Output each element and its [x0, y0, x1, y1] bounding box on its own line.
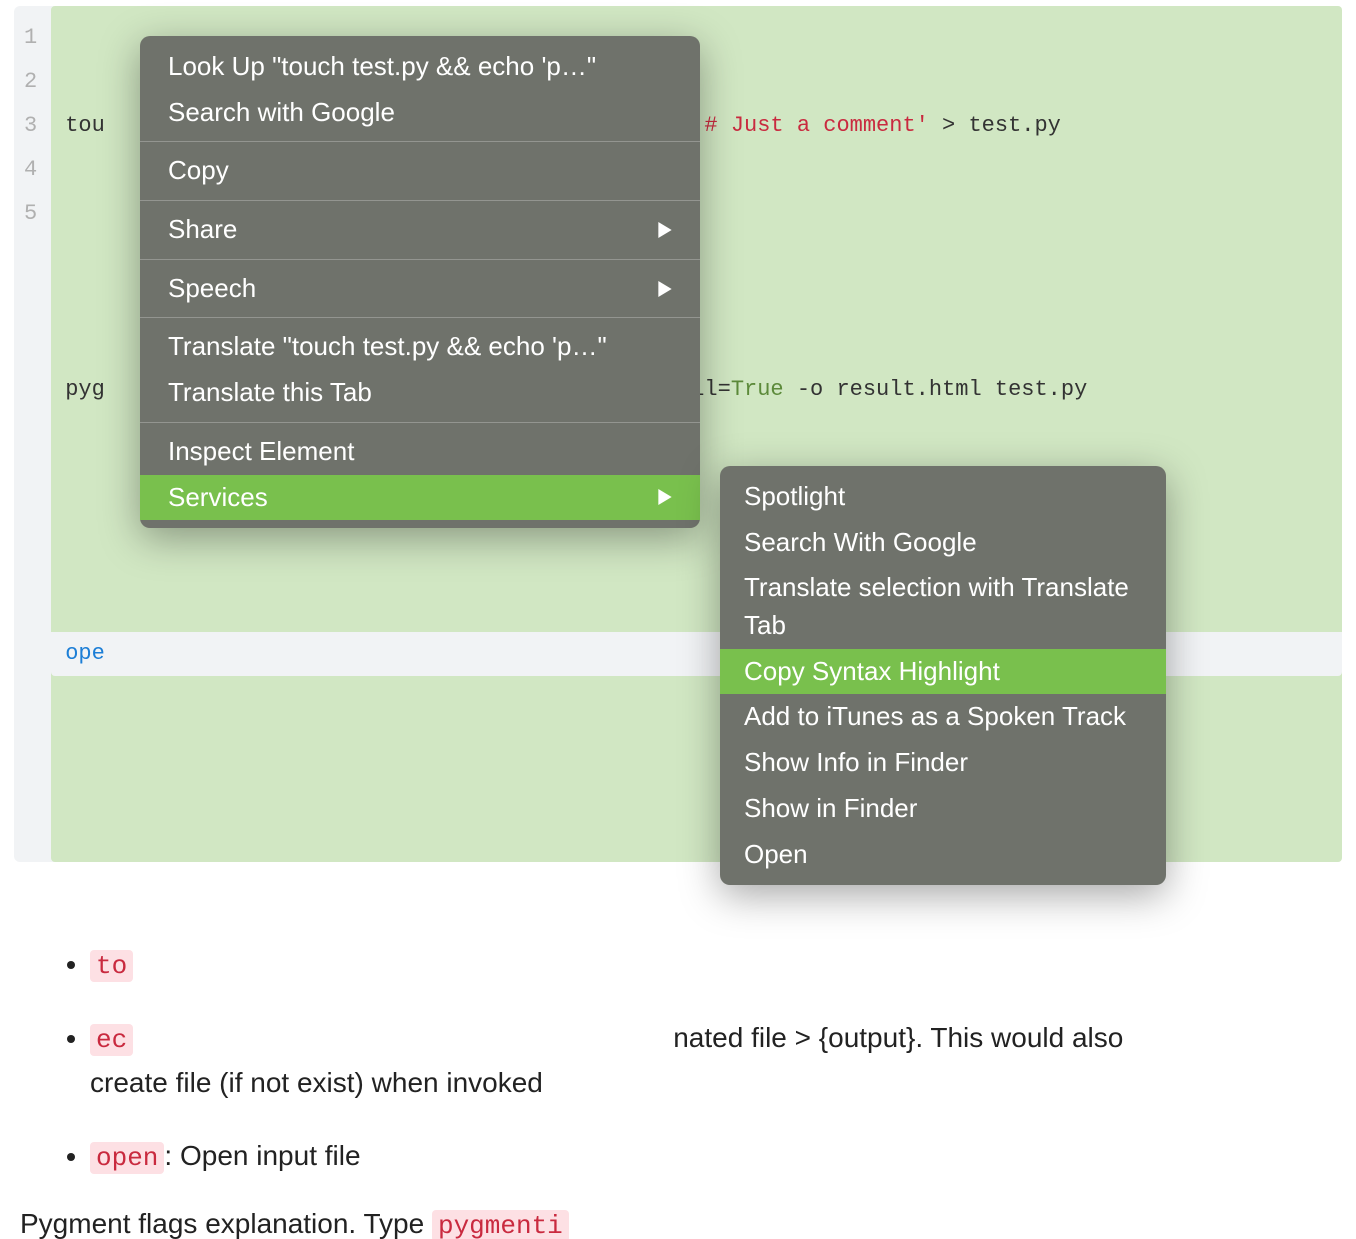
- inline-code-pygmentize: pygmenti: [432, 1210, 569, 1239]
- menu-label: Inspect Element: [168, 433, 354, 471]
- submenu-item-open[interactable]: Open: [720, 832, 1166, 878]
- menu-item-translate[interactable]: Translate "touch test.py && echo 'p…": [140, 324, 700, 370]
- submenu-item-copy-syntax-highlight[interactable]: Copy Syntax Highlight: [720, 649, 1166, 695]
- list-text: create file (if not exist) when invoked: [90, 1067, 543, 1098]
- menu-item-speech[interactable]: Speech: [140, 266, 700, 312]
- menu-item-services[interactable]: Services: [140, 475, 700, 521]
- submenu-label: Spotlight: [744, 481, 845, 511]
- menu-item-translate-tab[interactable]: Translate this Tab: [140, 370, 700, 416]
- menu-label: Translate this Tab: [168, 374, 372, 412]
- menu-item-lookup[interactable]: Look Up "touch test.py && echo 'p…": [140, 44, 700, 90]
- menu-separator: [140, 259, 700, 260]
- menu-separator: [140, 317, 700, 318]
- submenu-label: Search With Google: [744, 527, 977, 557]
- menu-item-copy[interactable]: Copy: [140, 148, 700, 194]
- menu-label: Look Up "touch test.py && echo 'p…": [168, 48, 596, 86]
- chevron-right-icon: [658, 281, 672, 297]
- menu-item-share[interactable]: Share: [140, 207, 700, 253]
- submenu-label: Add to iTunes as a Spoken Track: [744, 701, 1126, 731]
- copy-code-icon[interactable]: [1300, 16, 1330, 50]
- menu-item-inspect[interactable]: Inspect Element: [140, 429, 700, 475]
- menu-label: Search with Google: [168, 94, 395, 132]
- code-text: pyg: [65, 377, 105, 402]
- submenu-item-add-itunes[interactable]: Add to iTunes as a Spoken Track: [720, 694, 1166, 740]
- code-keyword: True: [731, 377, 784, 402]
- menu-item-search-google[interactable]: Search with Google: [140, 90, 700, 136]
- submenu-item-translate-selection[interactable]: Translate selection with Translate Tab: [720, 565, 1166, 648]
- code-text: > test.py: [929, 113, 1061, 138]
- menu-label: Speech: [168, 270, 256, 308]
- menu-separator: [140, 141, 700, 142]
- inline-code-open: open: [90, 1142, 164, 1174]
- list-item: open: Open input file: [90, 1134, 1316, 1178]
- submenu-label: Copy Syntax Highlight: [744, 656, 1000, 686]
- explanation-list: to ec nated file > {output}. This would a…: [60, 942, 1316, 1178]
- list-text: nated file > {output}. This would also: [673, 1022, 1123, 1053]
- menu-label: Translate "touch test.py && echo 'p…": [168, 328, 607, 366]
- chevron-right-icon: [658, 489, 672, 505]
- list-item: ec nated file > {output}. This would also…: [90, 1016, 1316, 1104]
- line-number: 5: [24, 192, 37, 236]
- chevron-right-icon: [658, 222, 672, 238]
- inline-code-touch: to: [90, 950, 133, 982]
- submenu-item-spotlight[interactable]: Spotlight: [720, 474, 1166, 520]
- line-number: 4: [24, 148, 37, 192]
- line-number: 1: [24, 16, 37, 60]
- submenu-label: Show Info in Finder: [744, 747, 968, 777]
- paragraph: Pygment flags explanation. Type pygmenti: [20, 1208, 1336, 1239]
- submenu-label: Show in Finder: [744, 793, 917, 823]
- list-item: to: [90, 942, 1316, 986]
- submenu-item-show-info-finder[interactable]: Show Info in Finder: [720, 740, 1166, 786]
- code-string: ") # Just a comment': [665, 113, 929, 138]
- list-text: : Open input file: [164, 1140, 360, 1171]
- menu-separator: [140, 200, 700, 201]
- submenu-item-search-google[interactable]: Search With Google: [720, 520, 1166, 566]
- code-text: tou: [65, 113, 105, 138]
- services-submenu[interactable]: Spotlight Search With Google Translate s…: [720, 466, 1166, 885]
- code-func: ope: [65, 641, 105, 666]
- menu-label: Share: [168, 211, 237, 249]
- inline-code-echo: ec: [90, 1024, 133, 1056]
- menu-label: Services: [168, 479, 268, 517]
- submenu-label: Open: [744, 839, 808, 869]
- line-number: 3: [24, 104, 37, 148]
- code-text: -o result.html test.py: [784, 377, 1088, 402]
- menu-separator: [140, 422, 700, 423]
- submenu-label: Translate selection with Translate Tab: [744, 572, 1129, 640]
- submenu-item-show-finder[interactable]: Show in Finder: [720, 786, 1166, 832]
- line-number: 2: [24, 60, 37, 104]
- menu-label: Copy: [168, 152, 229, 190]
- line-number-gutter: 1 2 3 4 5: [14, 6, 51, 862]
- para-text: Pygment flags explanation. Type: [20, 1208, 432, 1239]
- context-menu[interactable]: Look Up "touch test.py && echo 'p…" Sear…: [140, 36, 700, 528]
